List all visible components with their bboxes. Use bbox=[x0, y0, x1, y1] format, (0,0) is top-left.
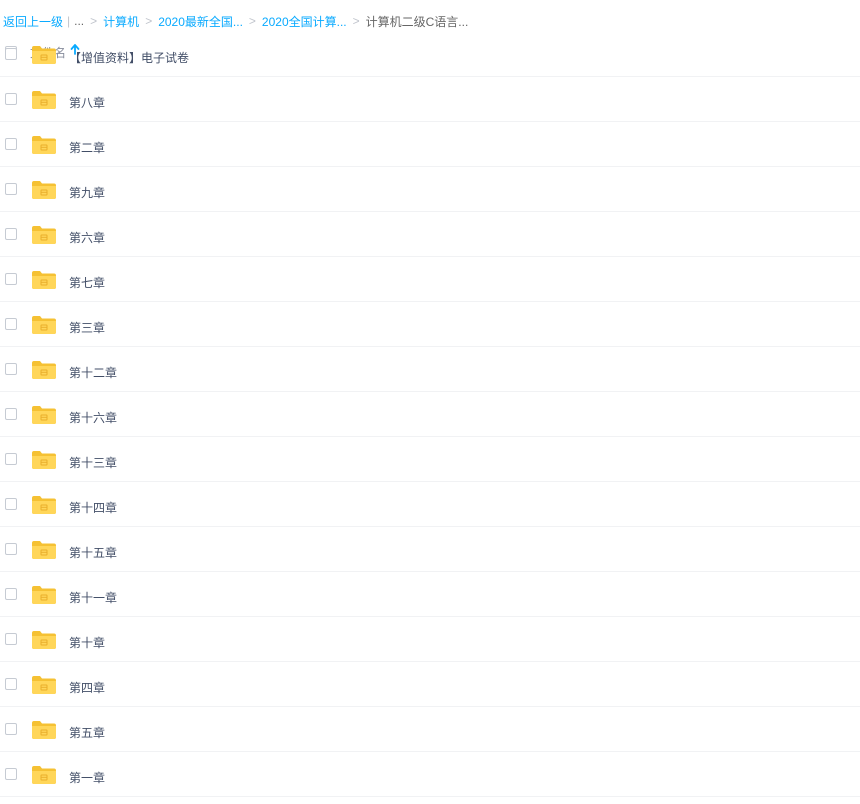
row-checkbox[interactable] bbox=[5, 183, 17, 195]
file-row[interactable]: 第十一章 bbox=[0, 572, 860, 617]
file-name[interactable]: 第二章 bbox=[69, 139, 105, 156]
breadcrumb-separator: > bbox=[145, 14, 153, 28]
breadcrumb-current: 计算机二级C语言... bbox=[365, 14, 469, 29]
folder-icon bbox=[32, 46, 56, 64]
folder-icon bbox=[32, 406, 56, 424]
folder-icon bbox=[32, 271, 56, 289]
row-checkbox[interactable] bbox=[5, 588, 17, 600]
breadcrumb-separator: > bbox=[248, 14, 256, 28]
file-name[interactable]: 第十六章 bbox=[69, 409, 117, 426]
breadcrumb-item-2020-latest[interactable]: 2020最新全国... bbox=[158, 13, 243, 30]
file-row[interactable]: 第十章 bbox=[0, 617, 860, 662]
row-checkbox[interactable] bbox=[5, 363, 17, 375]
file-row[interactable]: 【增值资料】电子试卷 bbox=[0, 32, 860, 77]
row-checkbox[interactable] bbox=[5, 543, 17, 555]
folder-icon bbox=[32, 496, 56, 514]
breadcrumb: 返回上一级 | ... > 计算机 > 2020最新全国... > 2020全国… bbox=[3, 12, 468, 30]
folder-icon bbox=[32, 541, 56, 559]
row-checkbox[interactable] bbox=[5, 453, 17, 465]
breadcrumb-ellipsis[interactable]: ... bbox=[74, 14, 84, 28]
folder-icon bbox=[32, 631, 56, 649]
row-checkbox[interactable] bbox=[5, 48, 17, 60]
back-link[interactable]: 返回上一级 bbox=[3, 13, 63, 30]
folder-icon bbox=[32, 136, 56, 154]
folder-icon bbox=[32, 226, 56, 244]
file-row[interactable]: 第三章 bbox=[0, 302, 860, 347]
file-name[interactable]: 第十一章 bbox=[69, 589, 117, 606]
row-checkbox[interactable] bbox=[5, 723, 17, 735]
file-row[interactable]: 第五章 bbox=[0, 707, 860, 752]
file-name[interactable]: 第十四章 bbox=[69, 499, 117, 516]
breadcrumb-separator: > bbox=[352, 14, 360, 28]
file-name[interactable]: 第三章 bbox=[69, 319, 105, 336]
row-checkbox[interactable] bbox=[5, 768, 17, 780]
file-name[interactable]: 第五章 bbox=[69, 724, 105, 741]
row-checkbox[interactable] bbox=[5, 678, 17, 690]
file-row[interactable]: 第十四章 bbox=[0, 482, 860, 527]
folder-icon bbox=[32, 361, 56, 379]
folder-icon bbox=[32, 91, 56, 109]
file-name[interactable]: 第四章 bbox=[69, 679, 105, 696]
file-row[interactable]: 第十二章 bbox=[0, 347, 860, 392]
file-row[interactable]: 第六章 bbox=[0, 212, 860, 257]
file-name[interactable]: 【增值资料】电子试卷 bbox=[69, 49, 189, 66]
file-row[interactable]: 第四章 bbox=[0, 662, 860, 707]
file-name[interactable]: 第九章 bbox=[69, 184, 105, 201]
file-name[interactable]: 第十三章 bbox=[69, 454, 117, 471]
file-name[interactable]: 第七章 bbox=[69, 274, 105, 291]
file-name[interactable]: 第十章 bbox=[69, 634, 105, 651]
row-checkbox[interactable] bbox=[5, 318, 17, 330]
file-name[interactable]: 第十五章 bbox=[69, 544, 117, 561]
folder-icon bbox=[32, 316, 56, 334]
folder-icon bbox=[32, 766, 56, 784]
file-row[interactable]: 第一章 bbox=[0, 752, 860, 797]
file-name[interactable]: 第八章 bbox=[69, 94, 105, 111]
breadcrumb-item-computer[interactable]: 计算机 bbox=[103, 13, 139, 30]
row-checkbox[interactable] bbox=[5, 408, 17, 420]
file-row[interactable]: 第十六章 bbox=[0, 392, 860, 437]
row-checkbox[interactable] bbox=[5, 273, 17, 285]
file-name[interactable]: 第一章 bbox=[69, 769, 105, 786]
row-checkbox[interactable] bbox=[5, 228, 17, 240]
breadcrumb-item-2020-national[interactable]: 2020全国计算... bbox=[262, 13, 347, 30]
row-checkbox[interactable] bbox=[5, 498, 17, 510]
file-row[interactable]: 第二章 bbox=[0, 122, 860, 167]
file-row[interactable]: 第十三章 bbox=[0, 437, 860, 482]
folder-icon bbox=[32, 676, 56, 694]
folder-icon bbox=[32, 451, 56, 469]
breadcrumb-divider: | bbox=[67, 14, 71, 28]
folder-icon bbox=[32, 586, 56, 604]
folder-icon bbox=[32, 181, 56, 199]
row-checkbox[interactable] bbox=[5, 138, 17, 150]
file-row[interactable]: 第七章 bbox=[0, 257, 860, 302]
row-checkbox[interactable] bbox=[5, 93, 17, 105]
file-row[interactable]: 第九章 bbox=[0, 167, 860, 212]
breadcrumb-separator: > bbox=[90, 14, 98, 28]
file-row[interactable]: 第十五章 bbox=[0, 527, 860, 572]
folder-icon bbox=[32, 721, 56, 739]
file-name[interactable]: 第六章 bbox=[69, 229, 105, 246]
file-name[interactable]: 第十二章 bbox=[69, 364, 117, 381]
row-checkbox[interactable] bbox=[5, 633, 17, 645]
file-row[interactable]: 第八章 bbox=[0, 77, 860, 122]
